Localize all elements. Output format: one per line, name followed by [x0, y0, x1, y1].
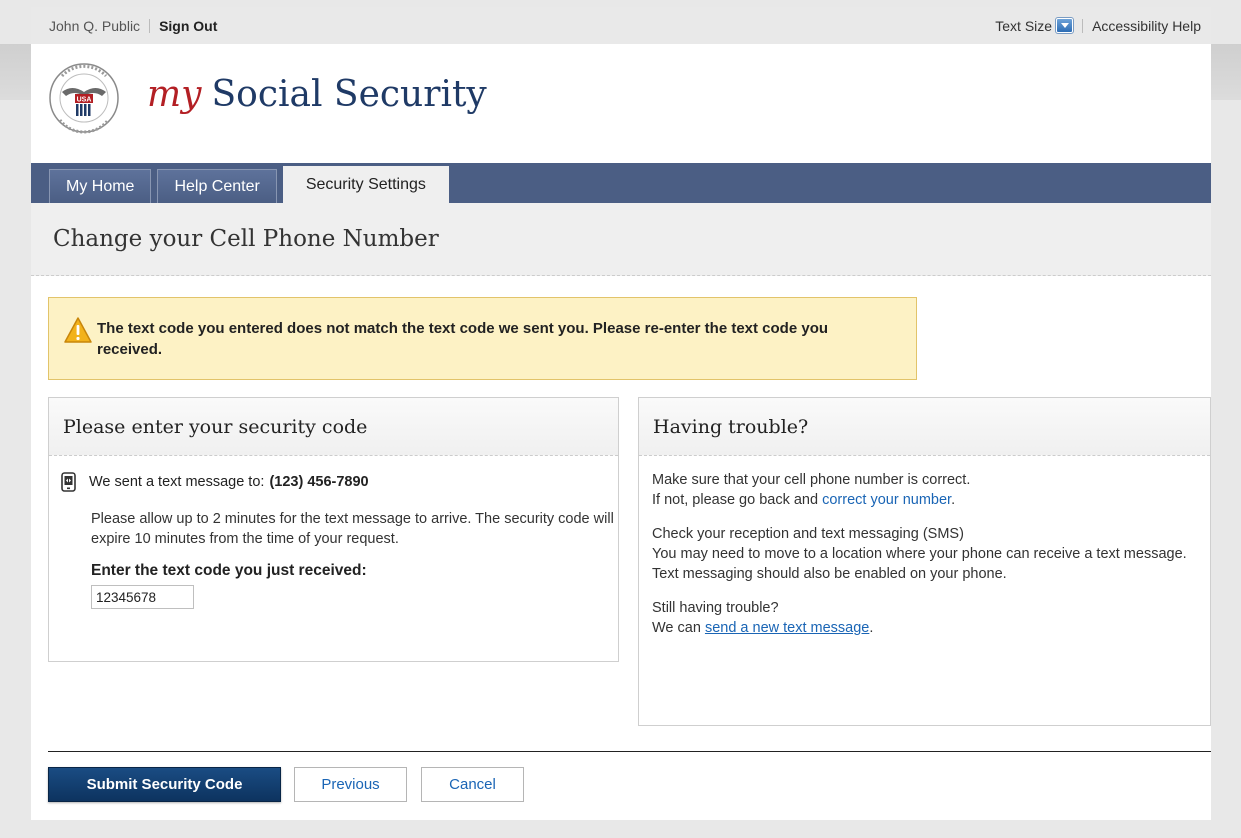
reception-body: You may need to move to a location where…	[652, 546, 1187, 582]
tab-help-center[interactable]: Help Center	[157, 169, 277, 203]
accessibility-help-link[interactable]: Accessibility Help	[1092, 18, 1201, 34]
sent-message-row: We sent a text message to: (123) 456-789…	[61, 472, 618, 492]
previous-button[interactable]: Previous	[294, 767, 407, 802]
resend-prefix: We can	[652, 620, 701, 636]
phone-number: (123) 456-7890	[269, 474, 369, 490]
page-container: John Q. Public Sign Out Text Size Access…	[31, 7, 1211, 820]
panel-heading: Having trouble?	[653, 415, 809, 438]
check-number-line: Make sure that your cell phone number is…	[652, 472, 971, 488]
trouble-panel-body: Make sure that your cell phone number is…	[639, 456, 1189, 638]
go-back-line: If not, please go back and correct your …	[652, 492, 956, 508]
text-size-control[interactable]: Text Size	[995, 17, 1075, 34]
brand-name: Social Security	[211, 74, 487, 115]
reception-title: Check your reception and text messaging …	[652, 526, 964, 542]
svg-text:USA: USA	[77, 97, 92, 104]
cancel-button[interactable]: Cancel	[421, 767, 524, 802]
go-back-text: If not, please go back and	[652, 492, 819, 508]
tab-my-home[interactable]: My Home	[49, 169, 152, 203]
ssa-seal-logo: USA	[49, 63, 119, 134]
page-title: Change your Cell Phone Number	[53, 226, 439, 252]
panel-header: Please enter your security code	[49, 398, 618, 456]
user-name: John Q. Public	[49, 17, 141, 34]
alert-message: The text code you entered does not match…	[97, 319, 829, 358]
text-size-label: Text Size	[995, 17, 1053, 34]
divider	[48, 751, 1211, 752]
still-trouble-paragraph: Still having trouble? We can send a new …	[652, 598, 1189, 638]
error-alert: The text code you entered does not match…	[48, 297, 917, 380]
brand-wordmark: my Social Security	[147, 74, 487, 115]
send-new-text-link[interactable]: send a new text message	[705, 620, 869, 636]
utility-links: Text Size Accessibility Help	[995, 17, 1201, 34]
panel-header: Having trouble?	[639, 398, 1210, 456]
submit-security-code-button[interactable]: Submit Security Code	[48, 767, 281, 802]
text-code-input[interactable]	[91, 585, 194, 609]
utility-bar: John Q. Public Sign Out Text Size Access…	[31, 7, 1211, 44]
security-code-panel: Please enter your security code We sent …	[48, 397, 619, 662]
chevron-down-icon[interactable]	[1055, 17, 1075, 34]
resend-line: We can send a new text message.	[652, 620, 874, 636]
mobile-phone-icon	[61, 472, 76, 492]
still-trouble-title: Still having trouble?	[652, 600, 779, 616]
site-header: USA my Social Security	[31, 44, 1211, 163]
tab-security-settings[interactable]: Security Settings	[282, 166, 449, 203]
expiry-note: Please allow up to 2 minutes for the tex…	[91, 511, 614, 547]
sent-prefix: We sent a text message to:	[89, 474, 265, 490]
correct-number-link[interactable]: correct your number	[822, 492, 951, 508]
trouble-panel: Having trouble? Make sure that your cell…	[638, 397, 1211, 726]
security-panel-body: Please allow up to 2 minutes for the tex…	[49, 509, 618, 609]
code-field-label: Enter the text code you just received:	[91, 562, 367, 579]
user-info: John Q. Public Sign Out	[49, 18, 217, 34]
main-nav: My Home Help Center Security Settings	[31, 163, 1211, 203]
warning-icon	[64, 316, 92, 343]
divider	[149, 18, 151, 33]
check-number-paragraph: Make sure that your cell phone number is…	[652, 470, 1189, 510]
brand-my: my	[147, 74, 202, 115]
reception-paragraph: Check your reception and text messaging …	[652, 524, 1189, 584]
page-title-bar: Change your Cell Phone Number	[31, 203, 1211, 276]
panel-heading: Please enter your security code	[63, 415, 368, 438]
sign-out-link[interactable]: Sign Out	[159, 18, 217, 34]
divider	[1082, 18, 1084, 33]
